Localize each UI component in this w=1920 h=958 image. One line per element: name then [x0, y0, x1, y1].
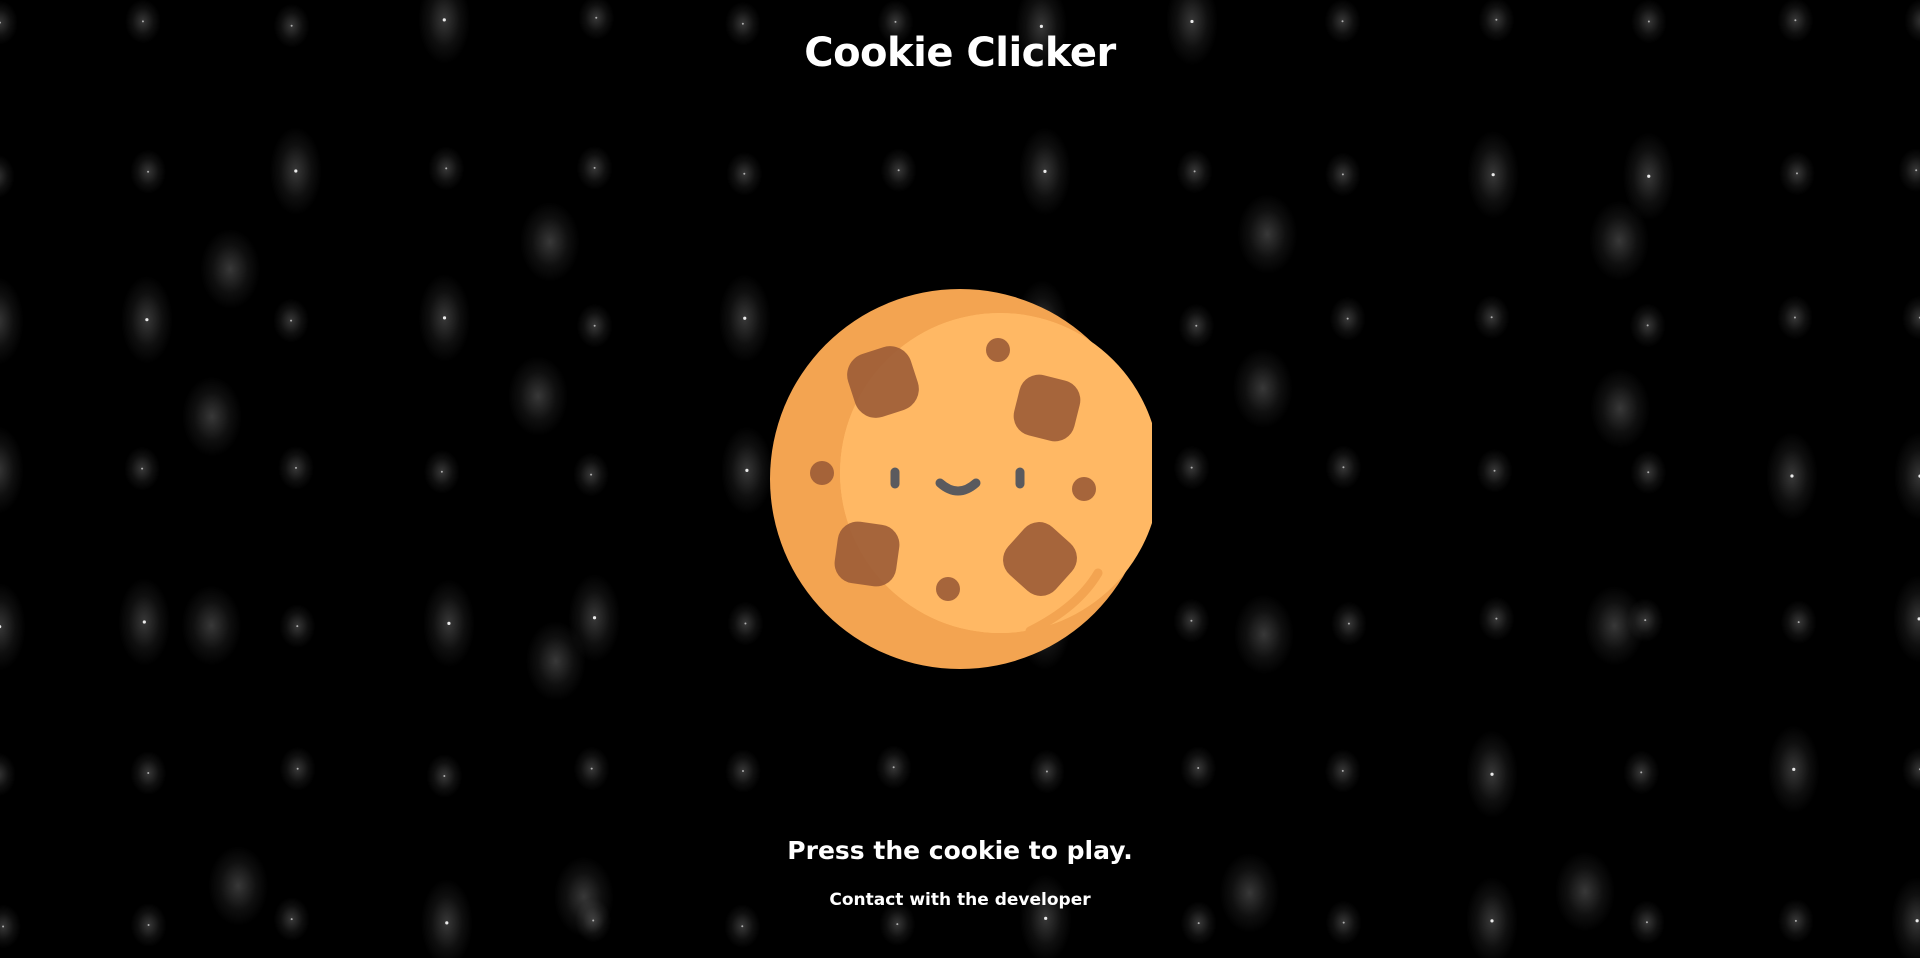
- cookie-icon[interactable]: [768, 287, 1152, 671]
- page-title: Cookie Clicker: [804, 30, 1116, 76]
- contact-container: Contact with the developer: [0, 890, 1920, 910]
- play-prompt: Press the cookie to play.: [787, 836, 1133, 865]
- contact-developer-link[interactable]: Contact with the developer: [829, 890, 1090, 910]
- cookie-button[interactable]: [768, 287, 1152, 671]
